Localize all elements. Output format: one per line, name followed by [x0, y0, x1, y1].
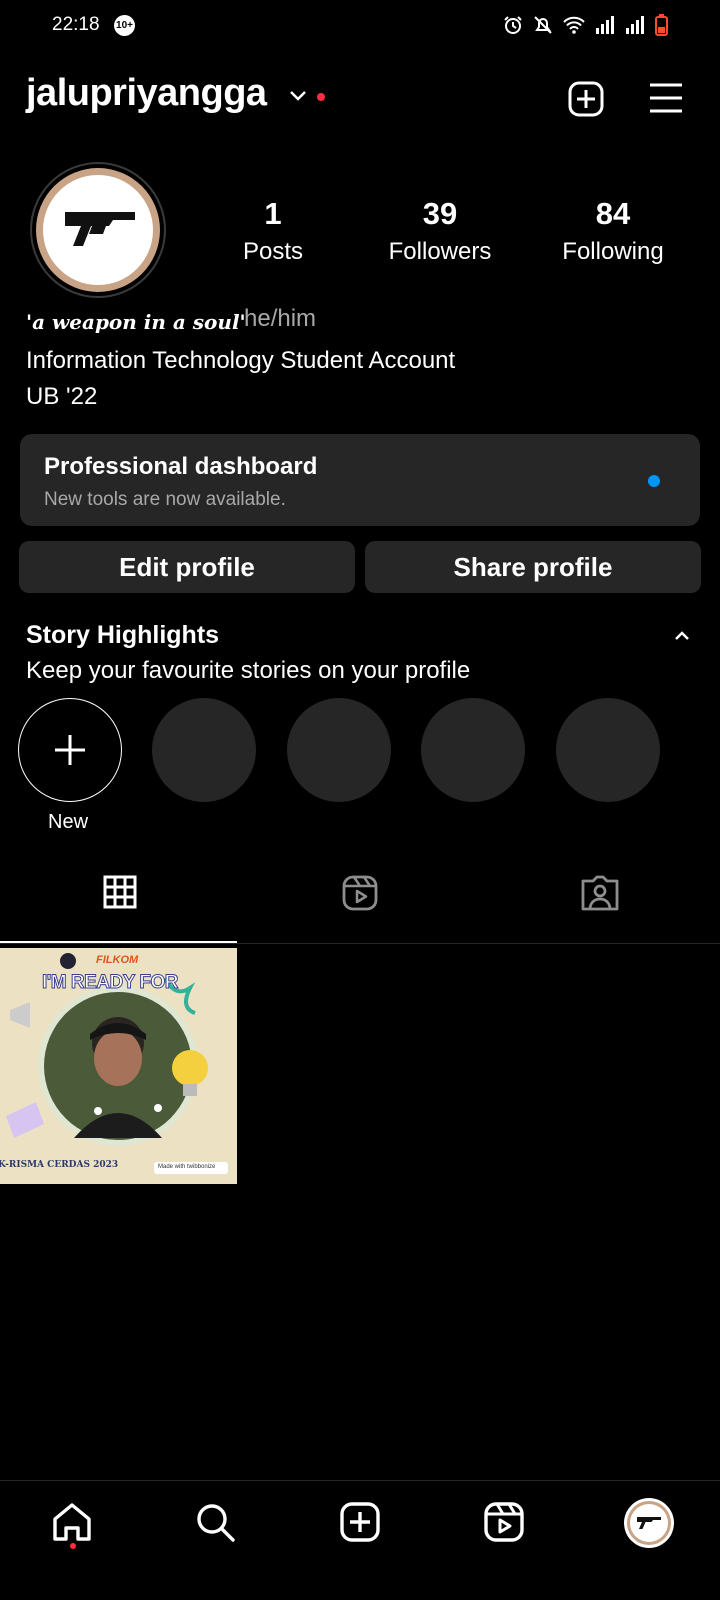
- new-highlight-button[interactable]: [18, 698, 122, 802]
- following-count-value: 84: [595, 196, 631, 231]
- profile-avatar[interactable]: [30, 162, 166, 298]
- new-highlight-label: New: [48, 811, 89, 833]
- nav-reels[interactable]: [482, 1500, 526, 1544]
- nav-divider: [0, 1480, 720, 1481]
- share-profile-button[interactable]: Share profile: [365, 541, 701, 593]
- highlight-placeholder: [421, 698, 525, 802]
- signal-1-icon: [596, 16, 614, 34]
- post-made-with: Made with twibbonize: [158, 1164, 216, 1170]
- username-switcher[interactable]: jalupriyangga: [26, 72, 267, 115]
- following-count[interactable]: 84 Following: [538, 196, 688, 266]
- edit-profile-button[interactable]: Edit profile: [19, 541, 355, 593]
- highlights-subtitle: Keep your favourite stories on your prof…: [26, 657, 471, 684]
- followers-count-value: 39: [422, 196, 458, 231]
- tagged-person-icon: [581, 875, 619, 911]
- professional-dashboard-card[interactable]: Professional dashboard New tools are now…: [20, 434, 700, 526]
- posts-count[interactable]: 1 Posts: [198, 196, 348, 266]
- nav-home[interactable]: [50, 1500, 94, 1544]
- create-post-button[interactable]: [568, 81, 604, 117]
- mute-bell-icon: [534, 16, 552, 34]
- notification-dot: [70, 1543, 76, 1549]
- plus-icon: [54, 734, 85, 765]
- tab-tagged[interactable]: [480, 875, 720, 916]
- posts-count-value: 1: [264, 196, 282, 231]
- followers-count-label: Followers: [388, 238, 492, 265]
- tab-reels[interactable]: [240, 875, 480, 916]
- status-time: 22:18: [52, 14, 100, 35]
- notification-count-badge: 10+: [114, 15, 135, 36]
- followers-count[interactable]: 39 Followers: [365, 196, 515, 266]
- nav-create[interactable]: [338, 1500, 382, 1544]
- status-icons: [503, 14, 668, 36]
- nav-profile-avatar[interactable]: [623, 1497, 675, 1549]
- wifi-icon: [563, 16, 585, 34]
- menu-button[interactable]: [648, 82, 684, 114]
- highlight-placeholder: [287, 698, 391, 802]
- bio-tagline: 'a weapon in a soul': [26, 310, 246, 334]
- post-thumbnail[interactable]: FILKOM I'M READY FOR K-RISMA CERDAS 2023…: [0, 948, 237, 1184]
- highlights-title: Story Highlights: [26, 621, 220, 649]
- chevron-up-icon[interactable]: [674, 630, 690, 642]
- tab-posts-grid[interactable]: [0, 875, 240, 914]
- notification-dot: [317, 93, 325, 101]
- post-headline: I'M READY FOR: [42, 972, 179, 994]
- chevron-down-icon[interactable]: [290, 90, 306, 102]
- reels-icon: [484, 1502, 524, 1542]
- highlight-placeholder: [556, 698, 660, 802]
- highlight-placeholder: [152, 698, 256, 802]
- alarm-icon: [504, 16, 522, 34]
- bio-line: UB '22: [26, 383, 98, 410]
- tab-divider: [0, 943, 720, 944]
- new-indicator-dot: [648, 475, 660, 487]
- grid-icon: [103, 875, 137, 909]
- reels-icon: [342, 875, 378, 911]
- post-bottom-label: K-RISMA CERDAS 2023: [0, 1160, 119, 1170]
- pronouns: he/him: [244, 305, 317, 332]
- home-icon: [53, 1503, 91, 1541]
- nav-search[interactable]: [193, 1500, 237, 1544]
- posts-count-label: Posts: [242, 238, 304, 265]
- following-count-label: Following: [562, 238, 664, 265]
- search-icon: [197, 1504, 235, 1542]
- dashboard-title: Professional dashboard: [44, 453, 318, 480]
- battery-low-icon: [655, 14, 668, 36]
- dashboard-subtitle: New tools are now available.: [44, 489, 286, 510]
- post-top-label: FILKOM: [96, 954, 139, 966]
- signal-2-icon: [626, 16, 644, 34]
- bio-line: Information Technology Student Account: [26, 347, 456, 374]
- create-icon: [340, 1502, 380, 1542]
